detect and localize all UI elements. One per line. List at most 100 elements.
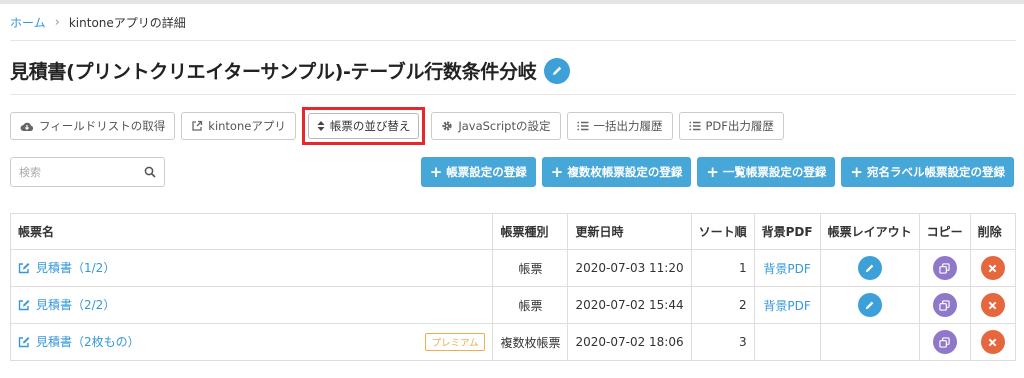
add-form-label: 帳票設定の登録 — [446, 165, 527, 179]
batch-history-button[interactable]: 一括出力履歴 — [566, 112, 673, 140]
col-header-delete: 削除 — [969, 213, 1017, 250]
field-list-label: フィールドリストの取得 — [39, 119, 166, 133]
form-updated: 2020-07-02 15:44 — [567, 286, 692, 324]
sort-forms-button[interactable]: 帳票の並び替え — [301, 107, 426, 145]
form-updated: 2020-07-03 11:20 — [567, 249, 692, 287]
batch-history-label: 一括出力履歴 — [593, 119, 663, 133]
copy-button[interactable] — [932, 330, 957, 354]
form-name-cell: 見積書（2/2） — [9, 286, 494, 324]
edit-layout-button[interactable] — [857, 256, 882, 280]
divider — [10, 40, 1016, 41]
col-header-sort: ソート順 — [690, 213, 755, 250]
pencil-icon — [865, 301, 874, 309]
pencil-icon — [553, 66, 562, 75]
field-list-button[interactable]: フィールドリストの取得 — [10, 112, 176, 140]
add-multi-form-button[interactable]: + 複数枚帳票設定の登録 — [541, 157, 692, 187]
col-header-copy: コピー — [918, 213, 971, 250]
kintone-app-label: kintoneアプリ — [208, 119, 286, 133]
premium-badge: プレミアム — [424, 333, 486, 351]
copy-button[interactable] — [932, 256, 957, 280]
page-title: 見積書(プリントクリエイターサンプル)-テーブル行数条件分岐 — [10, 61, 537, 83]
table-header-row: 帳票名 帳票種別 更新日時 ソート順 背景PDF 帳票レイアウト コピー 削除 — [9, 213, 1017, 250]
delete-button[interactable] — [980, 256, 1005, 280]
external-link-icon — [191, 120, 203, 132]
form-type: 複数枚帳票 — [492, 323, 569, 361]
divider — [10, 94, 1016, 95]
plus-icon: + — [850, 163, 863, 181]
search-box — [10, 157, 165, 187]
table-row: 見積書（1/2） 帳票 2020-07-03 11:20 1 背景PDF — [9, 249, 1017, 287]
sort-forms-label: 帳票の並び替え — [329, 119, 411, 133]
background-pdf-link[interactable]: 背景PDF — [763, 299, 810, 313]
page-title-row: 見積書(プリントクリエイターサンプル)-テーブル行数条件分岐 — [10, 57, 571, 84]
forms-table: 帳票名 帳票種別 更新日時 ソート順 背景PDF 帳票レイアウト コピー 削除 … — [9, 213, 1017, 361]
table-row: 見積書（2枚もの） プレミアム 複数枚帳票 2020-07-02 18:06 3 — [9, 323, 1017, 361]
edit-icon — [18, 262, 30, 274]
pdf-history-button[interactable]: PDF出力履歴 — [678, 112, 784, 140]
copy-icon — [939, 299, 950, 311]
plus-icon: + — [550, 163, 564, 181]
add-label-form-button[interactable]: + 宛名ラベル帳票設定の登録 — [841, 157, 1014, 187]
add-list-form-button[interactable]: + 一覧帳票設定の登録 — [697, 157, 836, 187]
close-icon — [988, 301, 997, 309]
plus-icon: + — [706, 163, 719, 181]
close-icon — [988, 338, 997, 346]
kintone-app-button[interactable]: kintoneアプリ — [181, 112, 296, 140]
toolbar: フィールドリストの取得 kintoneアプリ 帳票の並び替え JavaScrip… — [10, 107, 790, 145]
form-sort-order: 3 — [690, 323, 755, 361]
javascript-settings-label: JavaScriptの設定 — [458, 119, 551, 133]
copy-button[interactable] — [932, 293, 957, 317]
breadcrumb: ホーム › kintoneアプリの詳細 — [10, 14, 186, 31]
sort-icon — [317, 120, 325, 132]
form-name-link[interactable]: 見積書（2枚もの） — [18, 333, 140, 350]
add-form-button[interactable]: + 帳票設定の登録 — [420, 157, 536, 187]
col-header-bg: 背景PDF — [753, 213, 821, 250]
breadcrumb-current: kintoneアプリの詳細 — [68, 16, 186, 30]
col-header-updated: 更新日時 — [567, 213, 692, 250]
form-sort-order: 1 — [690, 249, 755, 287]
gear-icon — [441, 120, 453, 132]
edit-icon — [18, 299, 30, 311]
form-name: 見積書（1/2） — [36, 261, 116, 276]
pencil-icon — [865, 264, 874, 272]
add-list-form-label: 一覧帳票設定の登録 — [722, 165, 827, 179]
breadcrumb-separator: › — [54, 15, 60, 30]
plus-icon: + — [429, 163, 443, 181]
cloud-download-icon — [20, 121, 34, 132]
form-name: 見積書（2枚もの） — [36, 335, 140, 349]
add-label-form-label: 宛名ラベル帳票設定の登録 — [867, 165, 1005, 179]
form-name-link[interactable]: 見積書（2/2） — [18, 296, 115, 313]
copy-icon — [939, 336, 950, 348]
copy-icon — [939, 262, 950, 274]
edit-layout-button[interactable] — [857, 293, 882, 317]
background-pdf-link[interactable]: 背景PDF — [763, 262, 810, 276]
form-name-cell: 見積書（1/2） — [9, 249, 494, 287]
register-actions: + 帳票設定の登録 + 複数枚帳票設定の登録 + 一覧帳票設定の登録 + 宛名ラベル帳票… — [415, 157, 1014, 187]
breadcrumb-home-link[interactable]: ホーム — [10, 14, 46, 31]
background-pdf-empty — [753, 323, 821, 361]
form-name-link[interactable]: 見積書（1/2） — [18, 259, 115, 276]
list-icon — [577, 121, 589, 131]
edit-icon — [18, 336, 30, 348]
layout-empty — [819, 323, 920, 361]
javascript-settings-button[interactable]: JavaScriptの設定 — [431, 112, 561, 140]
search-input[interactable] — [19, 165, 139, 179]
col-header-layout: 帳票レイアウト — [819, 213, 920, 250]
table-row: 見積書（2/2） 帳票 2020-07-02 15:44 2 背景PDF — [9, 286, 1017, 324]
pdf-history-label: PDF出力履歴 — [705, 119, 774, 133]
form-type: 帳票 — [492, 286, 569, 324]
list-icon — [689, 121, 701, 131]
edit-title-button[interactable] — [544, 57, 571, 84]
add-multi-form-label: 複数枚帳票設定の登録 — [567, 165, 683, 179]
sort-forms-inner: 帳票の並び替え — [307, 113, 420, 139]
form-name-cell: 見積書（2枚もの） プレミアム — [9, 323, 494, 361]
col-header-name: 帳票名 — [9, 213, 494, 250]
delete-button[interactable] — [980, 330, 1005, 354]
delete-button[interactable] — [980, 293, 1005, 317]
top-border — [0, 0, 1024, 4]
form-sort-order: 2 — [690, 286, 755, 324]
col-header-type: 帳票種別 — [492, 213, 569, 250]
search-icon[interactable] — [144, 166, 156, 178]
form-type: 帳票 — [492, 249, 569, 287]
form-name: 見積書（2/2） — [36, 298, 116, 313]
